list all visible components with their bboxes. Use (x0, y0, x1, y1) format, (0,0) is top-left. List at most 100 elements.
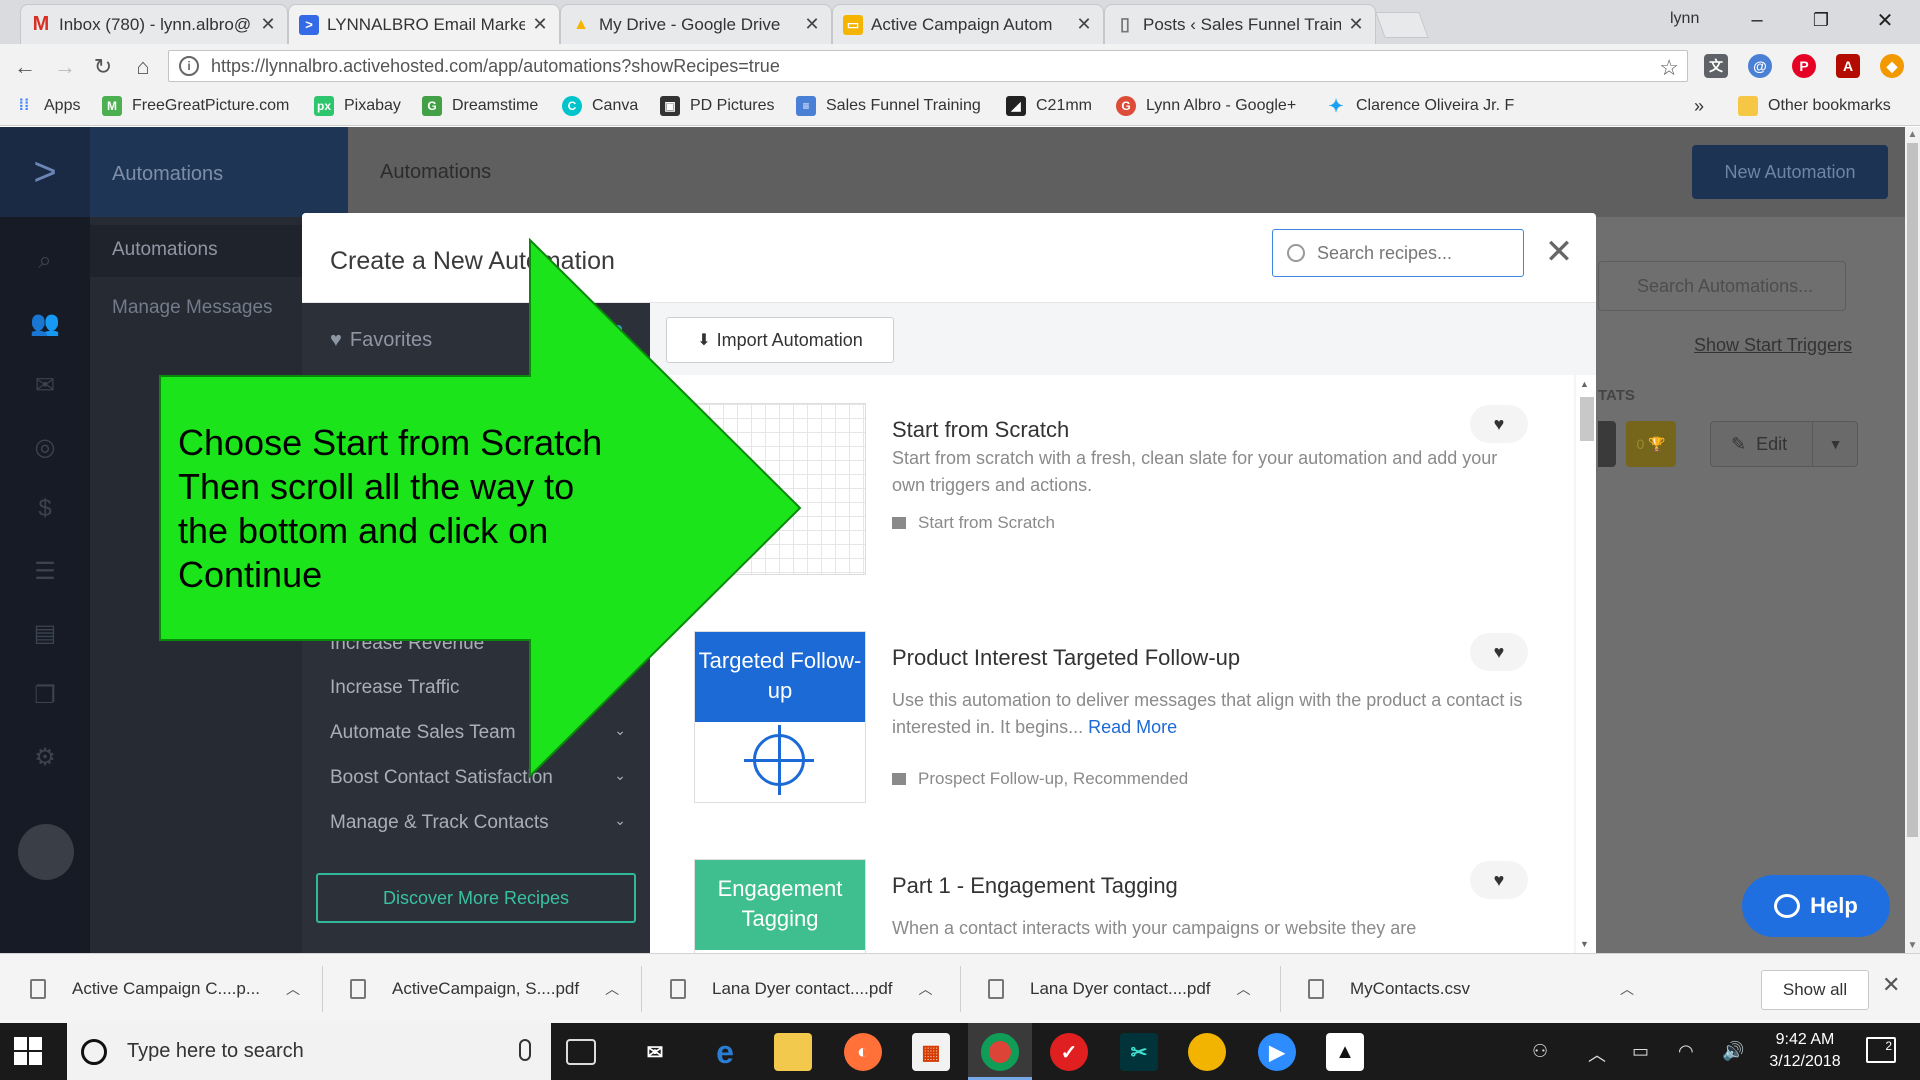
subnav-item-automations[interactable]: Automations (112, 239, 218, 261)
recipe-title[interactable]: Part 1 - Engagement Tagging (892, 873, 1178, 899)
snip-tool-icon[interactable]: ✂ (1120, 1033, 1158, 1071)
favorite-heart-button[interactable]: ♥ (1470, 633, 1528, 671)
pinterest-icon[interactable]: P (1792, 54, 1816, 78)
bookmark-freegreatpicture[interactable]: M FreeGreatPicture.com (102, 96, 289, 116)
windows-start-icon[interactable] (14, 1037, 44, 1067)
store-icon[interactable]: ▦ (912, 1033, 950, 1071)
favorite-heart-button[interactable]: ♥ (1470, 861, 1528, 899)
bookmark-google-plus[interactable]: G Lynn Albro - Google+ (1116, 96, 1296, 116)
firefox-icon[interactable]: ◐ (844, 1033, 882, 1071)
reports-icon[interactable]: ▤ (30, 619, 60, 649)
restore-icon[interactable]: ❐ (1798, 4, 1844, 36)
tab-close-icon[interactable]: ✕ (803, 14, 821, 35)
favorite-heart-button[interactable]: ♥ (1470, 405, 1528, 443)
favorites-filter[interactable]: ♥ Favorites (330, 329, 432, 352)
bookmark-dreamstime[interactable]: G Dreamstime (422, 96, 538, 116)
forward-icon[interactable]: → (50, 52, 80, 82)
todoist-icon[interactable]: ✓ (1050, 1033, 1088, 1071)
recipe-card-product-interest[interactable]: Targeted Follow-up Product Interest Targ… (650, 631, 1574, 831)
bookmark-pd-pictures[interactable]: ▣ PD Pictures (660, 96, 774, 116)
profile-name[interactable]: lynn (1670, 10, 1699, 28)
scroll-down-icon[interactable]: ▼ (1905, 940, 1920, 951)
sticky-notes-icon[interactable] (1188, 1033, 1226, 1071)
edit-dropdown-caret-icon[interactable]: ▼ (1812, 421, 1858, 467)
read-more-link[interactable]: Read More (1088, 717, 1177, 737)
recipe-title[interactable]: Product Interest Targeted Follow-up (892, 645, 1240, 671)
back-icon[interactable]: ← (10, 52, 40, 82)
tab-active-campaign-slides[interactable]: ▭ Active Campaign Autom ✕ (832, 4, 1104, 44)
acrobat-icon[interactable]: A (1836, 54, 1860, 78)
taskbar-search-box[interactable]: Type here to search (67, 1023, 551, 1080)
address-bar[interactable]: i https://lynnalbro.activehosted.com/app… (168, 50, 1688, 82)
scroll-up-icon[interactable]: ▲ (1580, 379, 1589, 389)
campaigns-mail-icon[interactable]: ✉ (30, 371, 60, 401)
search-icon[interactable]: ⌕ (30, 247, 60, 277)
tab-gmail-inbox[interactable]: M Inbox (780) - lynn.albro@ ✕ (20, 4, 288, 44)
action-center-icon[interactable]: 2 (1866, 1037, 1896, 1063)
volume-icon[interactable]: 🔊 (1722, 1041, 1744, 1062)
tab-close-icon[interactable]: ✕ (1347, 14, 1365, 35)
other-bookmarks-folder[interactable]: Other bookmarks (1738, 96, 1891, 116)
minimize-icon[interactable]: – (1734, 4, 1780, 36)
extension-lastpass-icon[interactable]: @ (1748, 54, 1772, 78)
more-bookmarks-button[interactable]: » (1694, 96, 1704, 117)
wifi-icon[interactable]: ◠ (1678, 1041, 1694, 1062)
chevron-up-icon[interactable]: ︿ (919, 979, 933, 999)
edge-browser-icon[interactable]: e (706, 1033, 744, 1071)
scroll-up-icon[interactable]: ▲ (1905, 129, 1920, 140)
bookmark-c21mm[interactable]: ◢ C21mm (1006, 96, 1092, 116)
help-button[interactable]: Help (1742, 875, 1890, 937)
tab-close-icon[interactable]: ✕ (1075, 14, 1093, 35)
bookmark-pixabay[interactable]: px Pixabay (314, 96, 401, 116)
recipe-card-engagement-tagging[interactable]: Engagement Tagging Part 1 - Engagement T… (650, 859, 1574, 953)
show-hidden-icons-chevron-icon[interactable]: ︿ (1588, 1041, 1606, 1067)
show-start-triggers-link[interactable]: Show Start Triggers (1694, 335, 1852, 356)
category-automate-sales-team[interactable]: Automate Sales Team ⌄ (330, 722, 626, 744)
recipe-list-scrollbar[interactable]: ▲ ▼ (1576, 375, 1596, 953)
bookmark-apps[interactable]: ⁞⁞ Apps (14, 96, 81, 116)
recipe-thumbnail-targeted[interactable]: Targeted Follow-up (694, 631, 866, 803)
home-icon[interactable]: ⌂ (128, 52, 158, 82)
bookmark-clarence-oliveira[interactable]: ✦ Clarence Oliveira Jr. F (1326, 96, 1514, 116)
category-increase-traffic[interactable]: Increase Traffic (330, 677, 626, 699)
scrollbar-thumb[interactable] (1907, 143, 1918, 837)
scrollbar-thumb[interactable] (1580, 397, 1594, 441)
tab-close-icon[interactable]: ✕ (531, 14, 549, 35)
search-recipes-input[interactable]: Search recipes... (1272, 229, 1524, 277)
avatar[interactable] (18, 824, 74, 880)
bookmark-canva[interactable]: C Canva (562, 96, 638, 116)
search-automations-input[interactable]: Search Automations... (1598, 261, 1846, 311)
page-scrollbar[interactable]: ▲ ▼ (1905, 127, 1920, 953)
bookmark-sales-funnel-training[interactable]: ≡ Sales Funnel Training (796, 96, 981, 116)
recipe-thumbnail-engagement[interactable]: Engagement Tagging (694, 859, 866, 953)
show-all-downloads-button[interactable]: Show all (1761, 970, 1869, 1010)
category-increase-revenue[interactable]: Increase Revenue (330, 633, 626, 655)
download-item[interactable]: MyContacts.csv ︿ (1308, 968, 1634, 1010)
contacts-icon[interactable]: 👥 (30, 309, 60, 339)
download-item[interactable]: Active Campaign C....p... ︿ (30, 968, 300, 1010)
recipe-card-start-from-scratch[interactable]: Start from Scratch Start from scratch wi… (650, 403, 1574, 603)
settings-gear-icon[interactable]: ⚙ (30, 743, 60, 773)
new-tab-button[interactable] (1375, 12, 1429, 38)
import-automation-button[interactable]: ⬇ Import Automation (666, 317, 894, 363)
category-manage-track-contacts[interactable]: Manage & Track Contacts ⌄ (330, 812, 626, 834)
tab-activecampaign[interactable]: > LYNNALBRO Email Marke ✕ (288, 4, 560, 44)
tab-posts-sales-funnel[interactable]: ▯ Posts ‹ Sales Funnel Train ✕ (1104, 4, 1376, 44)
extension-translate-icon[interactable]: 文 (1704, 54, 1728, 78)
download-item[interactable]: Lana Dyer contact....pdf ︿ (670, 968, 933, 1010)
recipe-title[interactable]: Start from Scratch (892, 417, 1069, 443)
recipe-thumbnail-grid[interactable] (694, 403, 866, 575)
scroll-down-icon[interactable]: ▼ (1580, 939, 1589, 949)
chevron-up-icon[interactable]: ︿ (286, 979, 300, 999)
photos-icon[interactable]: ▲ (1326, 1033, 1364, 1071)
tab-close-icon[interactable]: ✕ (259, 14, 277, 35)
file-explorer-icon[interactable] (774, 1033, 812, 1071)
lists-icon[interactable]: ☰ (30, 557, 60, 587)
close-icon[interactable]: ✕ (1542, 235, 1576, 271)
task-view-icon[interactable] (566, 1039, 596, 1065)
chevron-up-icon[interactable]: ︿ (1237, 979, 1251, 999)
discover-more-recipes-button[interactable]: Discover More Recipes (316, 873, 636, 923)
taskbar-clock[interactable]: 9:42 AM 3/12/2018 (1755, 1029, 1855, 1073)
category-boost-contact-satisfaction[interactable]: Boost Contact Satisfaction ⌄ (330, 767, 626, 789)
automations-icon[interactable]: ◎ (30, 433, 60, 463)
